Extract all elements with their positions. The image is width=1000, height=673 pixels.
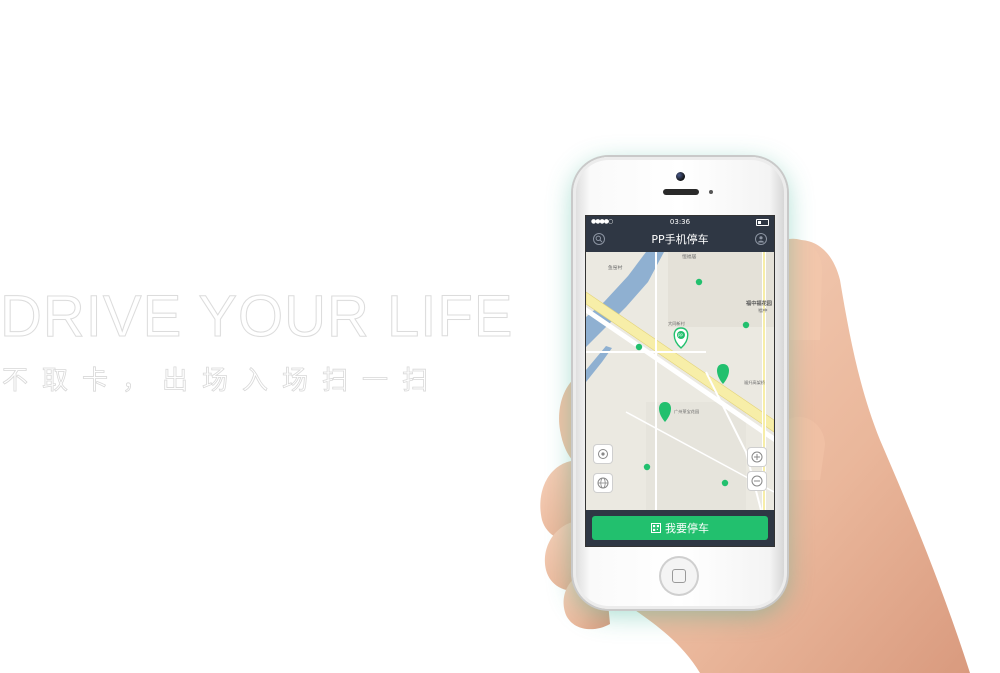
proximity-sensor [709, 190, 713, 194]
globe-icon [597, 477, 609, 489]
map-label: 鱼窑村 [608, 264, 623, 271]
parking-dot [635, 343, 643, 351]
map-label: 福升高架桥 [744, 379, 766, 386]
app-title: PP手机停车 [651, 233, 709, 246]
earpiece-speaker [663, 189, 699, 195]
parking-dot [742, 321, 750, 329]
zoom-in-button[interactable] [748, 448, 766, 466]
qr-code-icon [651, 523, 661, 533]
parking-dot [643, 463, 651, 471]
map-layer-button[interactable] [594, 474, 612, 492]
parking-dot [695, 278, 703, 286]
hero-title: DRIVE YOUR LIFE [0, 284, 514, 350]
map-label: 福中 [758, 307, 768, 314]
user-icon[interactable] [755, 233, 767, 245]
parking-dot [721, 479, 729, 487]
zoom-out-icon [751, 475, 763, 487]
zoom-out-button[interactable] [748, 472, 766, 490]
map-label: 恒福居 [682, 253, 697, 260]
front-camera [676, 172, 685, 181]
svg-text:PP: PP [678, 333, 683, 338]
home-square-icon [672, 569, 686, 583]
status-time: 03:36 [669, 218, 691, 226]
phone-device: ●●●●○ 03:36 PP手机停车 恒福居 鱼窑村 福中福花园 福中 大同新村… [573, 157, 787, 609]
battery-icon [756, 219, 769, 226]
status-bar: ●●●●○ 03:36 [586, 216, 774, 228]
park-now-label: 我要停车 [665, 522, 709, 535]
home-button[interactable] [659, 556, 699, 596]
locate-icon [598, 449, 608, 459]
map-label: 福中福花园 [745, 299, 772, 307]
map-label: 广州莱宝花园 [674, 408, 699, 415]
hero-subtitle: 不取卡，出场入场扫一扫 [2, 366, 443, 397]
park-now-button[interactable]: 我要停车 [592, 516, 768, 540]
zoom-in-icon [751, 451, 763, 463]
map-label: 大同新村 [668, 320, 686, 327]
bottom-bar: 我要停车 [586, 510, 774, 546]
phone-screen: ●●●●○ 03:36 PP手机停车 恒福居 鱼窑村 福中福花园 福中 大同新村… [586, 216, 774, 546]
parking-map[interactable]: 恒福居 鱼窑村 福中福花园 福中 大同新村 福升高架桥 广州莱宝花园 PP [586, 252, 774, 510]
app-nav-bar: PP手机停车 [586, 228, 774, 252]
locate-button[interactable] [594, 445, 612, 463]
